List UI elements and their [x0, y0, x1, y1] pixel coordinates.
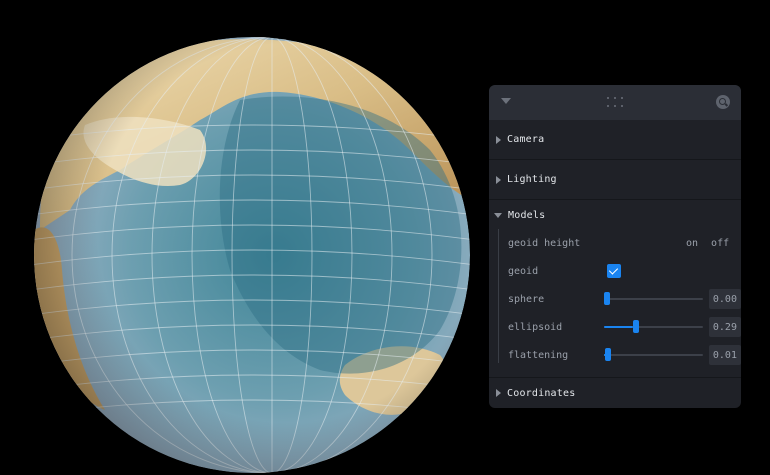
slider-knob[interactable]	[603, 292, 610, 305]
folder-arrow-icon	[496, 135, 501, 144]
folder-arrow-icon	[496, 175, 501, 184]
geoid-row: geoid	[489, 257, 741, 285]
ellipsoid-row: ellipsoid 0.29	[489, 313, 741, 341]
geoid-height-off-button[interactable]: off	[711, 238, 729, 249]
folder-models: Models geoid height on off geoid sphere …	[489, 200, 741, 378]
drag-grip-icon[interactable]	[607, 97, 627, 109]
folder-coordinates: Coordinates	[489, 378, 741, 408]
globe-sphere	[34, 37, 470, 473]
sphere-row: sphere 0.00	[489, 285, 741, 313]
folder-label: Coordinates	[507, 387, 576, 399]
sphere-value-input[interactable]: 0.00	[709, 289, 741, 309]
sphere-slider[interactable]	[603, 292, 704, 306]
folder-lighting: Lighting	[489, 160, 741, 200]
folder-label: Models	[508, 210, 546, 221]
folder-camera-title[interactable]: Camera	[489, 120, 741, 159]
folder-label: Camera	[507, 134, 545, 145]
folder-label: Lighting	[507, 174, 557, 185]
geoid-checkbox[interactable]	[607, 264, 621, 278]
settings-panel: Camera Lighting Models geoid height on o…	[489, 85, 741, 408]
collapse-triangle-icon[interactable]	[501, 98, 511, 104]
flattening-value-input[interactable]: 0.01	[709, 345, 741, 365]
folder-camera: Camera	[489, 120, 741, 160]
sphere-label: sphere	[508, 293, 545, 305]
geoid-height-on-button[interactable]: on	[686, 238, 698, 249]
folder-lighting-title[interactable]: Lighting	[489, 160, 741, 199]
flattening-row: flattening 0.01	[489, 341, 741, 369]
folder-coordinates-title[interactable]: Coordinates	[489, 378, 741, 408]
folder-models-title[interactable]: Models	[489, 200, 741, 229]
panel-header[interactable]	[489, 85, 741, 120]
geoid-label: geoid	[508, 265, 539, 277]
ellipsoid-slider[interactable]	[603, 320, 704, 334]
flattening-slider[interactable]	[603, 348, 704, 362]
geoid-height-label: geoid height	[508, 237, 581, 249]
flattening-label: flattening	[508, 349, 569, 361]
folder-arrow-icon	[494, 213, 502, 218]
search-icon[interactable]	[716, 95, 730, 109]
folder-arrow-icon	[496, 389, 501, 397]
folder-models-body: geoid height on off geoid sphere 0.00 el…	[489, 229, 741, 377]
geoid-height-row: geoid height on off	[489, 229, 741, 257]
slider-knob[interactable]	[632, 320, 639, 333]
slider-knob[interactable]	[604, 348, 611, 361]
ellipsoid-label: ellipsoid	[508, 321, 563, 333]
ellipsoid-value-input[interactable]: 0.29	[709, 317, 741, 337]
